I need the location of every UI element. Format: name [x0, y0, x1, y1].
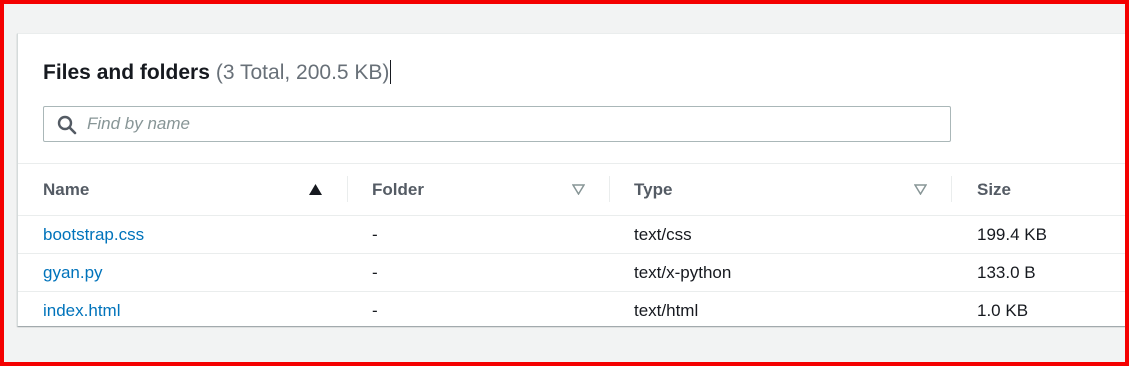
folder-cell: - [372, 301, 378, 320]
column-divider[interactable] [609, 176, 610, 202]
column-divider[interactable] [951, 176, 952, 202]
table-row: gyan.py - text/x-python 133.0 B [18, 254, 1125, 292]
highlight-frame: Files and folders(3 Total, 200.5 KB) Nam… [0, 0, 1129, 366]
file-link[interactable]: bootstrap.css [43, 216, 144, 253]
search-icon [57, 115, 77, 135]
type-cell: text/html [634, 301, 699, 320]
column-divider[interactable] [347, 176, 348, 202]
column-header-size[interactable]: Size [977, 164, 1011, 215]
sort-descending-icon[interactable] [914, 184, 927, 195]
table-row: bootstrap.css - text/css 199.4 KB [18, 216, 1125, 254]
panel-header: Files and folders (3 Total, 200.5 KB) [43, 58, 392, 88]
table-row: index.html - text/html 1.0 KB [18, 292, 1125, 330]
file-link[interactable]: gyan.py [43, 254, 103, 291]
column-header-folder[interactable]: Folder [372, 164, 424, 215]
type-cell: text/css [634, 225, 692, 244]
column-header-type[interactable]: Type [634, 164, 672, 215]
size-cell: 133.0 B [977, 263, 1036, 282]
folder-cell: - [372, 225, 378, 244]
sort-descending-icon[interactable] [572, 184, 585, 195]
size-cell: 199.4 KB [977, 225, 1047, 244]
panel-counter: (3 Total, 200.5 KB) [215, 61, 390, 84]
column-header-name[interactable]: Name [43, 164, 89, 215]
sort-ascending-icon[interactable] [309, 184, 322, 195]
size-cell: 1.0 KB [977, 301, 1029, 320]
search-box[interactable] [43, 106, 951, 142]
panel-title: Files and folders [43, 61, 210, 84]
folder-cell: - [372, 263, 378, 282]
type-cell: text/x-python [634, 263, 732, 282]
table-header: Name Folder Type Size [18, 163, 1125, 216]
files-and-folders-panel: Files and folders(3 Total, 200.5 KB) Nam… [17, 33, 1125, 326]
file-link[interactable]: index.html [43, 292, 120, 329]
search-input[interactable] [86, 107, 937, 141]
text-caret [390, 60, 392, 84]
